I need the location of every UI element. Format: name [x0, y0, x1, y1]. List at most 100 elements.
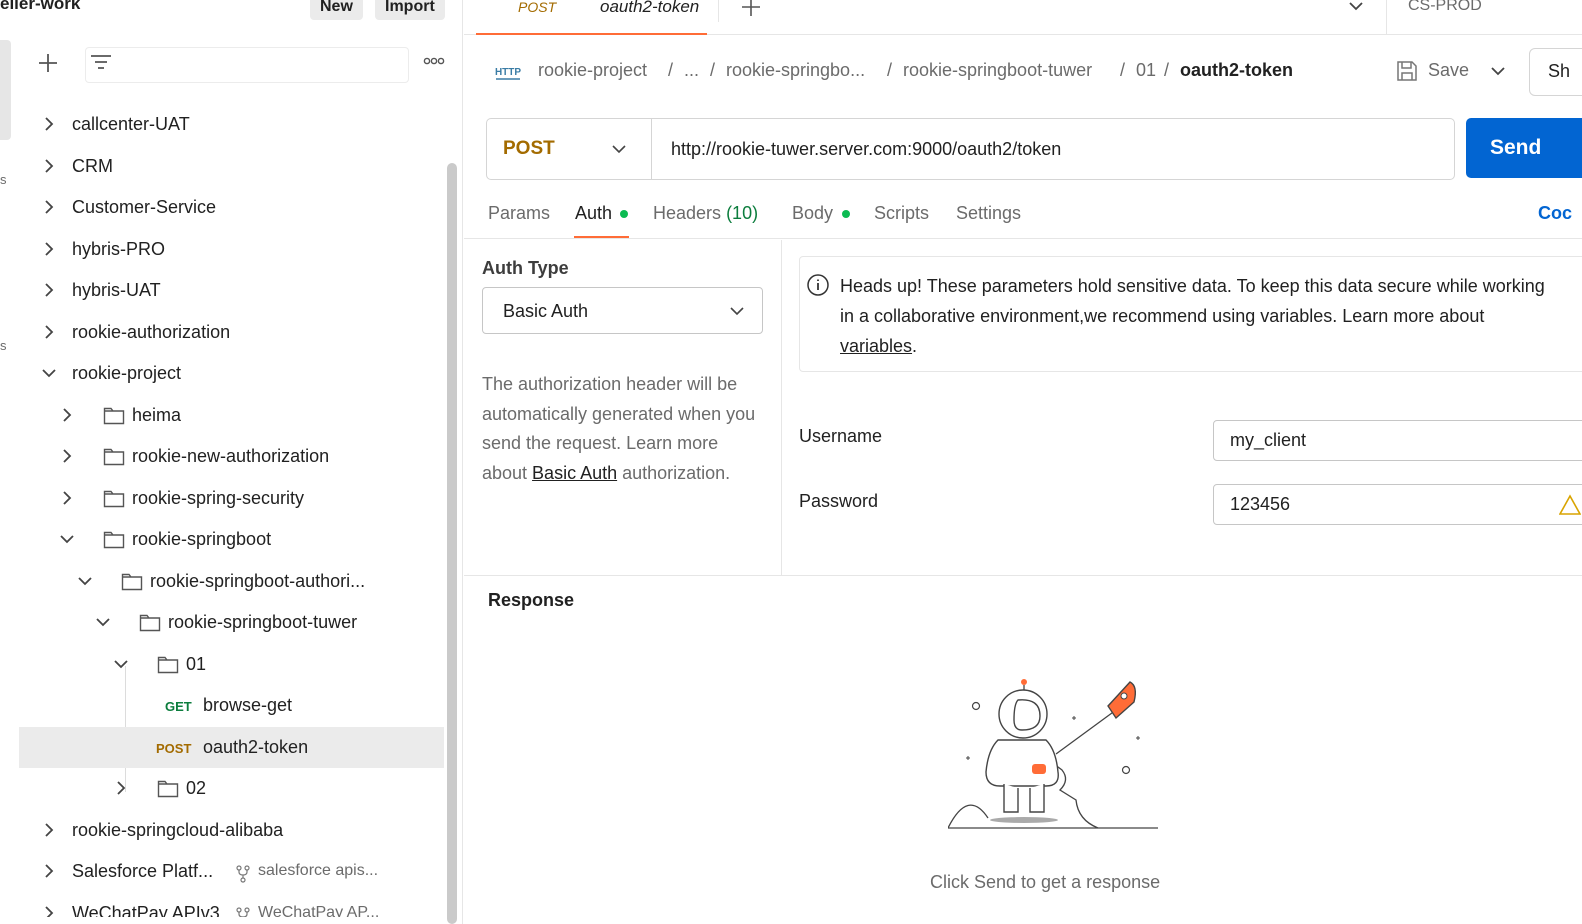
- tree-item-folder[interactable]: 02: [19, 768, 444, 809]
- request-method-badge: GET: [165, 699, 192, 714]
- breadcrumb-separator: /: [1120, 60, 1126, 80]
- auth-type-select[interactable]: Basic Auth: [482, 287, 763, 334]
- tree-item-label: rookie-authorization: [72, 322, 231, 342]
- breadcrumb-current[interactable]: oauth2-token: [1180, 60, 1293, 81]
- tree-item-folder[interactable]: heima: [19, 395, 444, 436]
- send-button[interactable]: Send: [1466, 118, 1582, 178]
- tree-item-collection[interactable]: Salesforce Platf... salesforce apis...: [19, 851, 444, 892]
- tree-item-request[interactable]: GET browse-get: [19, 685, 444, 726]
- request-tabbar: POST oauth2-token CS-PROD: [464, 0, 1582, 35]
- url-input[interactable]: [653, 119, 1453, 179]
- tree-item-folder[interactable]: rookie-springboot-authori...: [19, 561, 444, 602]
- filter-icon[interactable]: [89, 52, 113, 74]
- tree-item-collection[interactable]: hybris-PRO: [19, 229, 444, 270]
- tab-auth[interactable]: Auth: [575, 203, 612, 224]
- breadcrumb-item[interactable]: 01: [1136, 60, 1156, 81]
- basic-auth-link[interactable]: Basic Auth: [532, 463, 617, 483]
- request-config-tabs: Params Auth Headers (10) Body Scripts Se…: [464, 196, 1582, 239]
- tab-settings[interactable]: Settings: [956, 203, 1021, 224]
- import-button[interactable]: Import: [375, 0, 445, 20]
- breadcrumb-item[interactable]: rookie-springboot-tuwer: [903, 60, 1092, 81]
- folder-icon: [103, 531, 125, 549]
- tab-headers[interactable]: Headers (10): [653, 203, 758, 224]
- tree-item-collection[interactable]: hybris-UAT: [19, 270, 444, 311]
- tree-item-request-selected[interactable]: POST oauth2-token: [19, 727, 444, 768]
- breadcrumb-separator: /: [1164, 60, 1170, 80]
- tree-item-folder[interactable]: rookie-new-authorization: [19, 436, 444, 477]
- breadcrumb-item[interactable]: rookie-springbo...: [726, 60, 865, 81]
- tab-scripts[interactable]: Scripts: [874, 203, 929, 224]
- variables-link[interactable]: variables: [840, 336, 912, 356]
- chevron-right-icon[interactable]: [41, 158, 57, 174]
- tree-item-label: Salesforce Platf...: [72, 861, 214, 881]
- tree-item-folder[interactable]: rookie-springboot-tuwer: [19, 602, 444, 643]
- chevron-right-icon[interactable]: [59, 490, 75, 506]
- sensitive-data-notice: Heads up! These parameters hold sensitiv…: [799, 256, 1582, 372]
- sidebar-scrollbar[interactable]: [447, 163, 457, 924]
- save-button[interactable]: Save: [1428, 60, 1469, 81]
- tree-item-collection[interactable]: callcenter-UAT: [19, 104, 444, 145]
- fork-label: WeChatPay AP...: [258, 904, 380, 917]
- tree-item-label: hybris-PRO: [72, 239, 166, 259]
- chevron-right-icon[interactable]: [41, 863, 57, 879]
- tree-item-label: rookie-springcloud-alibaba: [72, 820, 284, 840]
- new-tab-icon[interactable]: [740, 0, 762, 18]
- chevron-down-icon[interactable]: [77, 573, 93, 589]
- chevron-right-icon[interactable]: [41, 282, 57, 298]
- send-label: Send: [1490, 136, 1542, 159]
- tree-item-label: rookie-new-authorization: [132, 446, 330, 466]
- tree-item-collection[interactable]: rookie-authorization: [19, 312, 444, 353]
- tree-item-folder[interactable]: 01: [19, 644, 444, 685]
- tree-item-collection[interactable]: rookie-project: [19, 353, 444, 394]
- breadcrumb-item[interactable]: rookie-project: [538, 60, 647, 81]
- body-status-dot: [842, 210, 850, 218]
- method-selector[interactable]: POST: [487, 119, 652, 179]
- tab-body[interactable]: Body: [792, 203, 833, 224]
- chevron-down-icon[interactable]: [95, 614, 111, 630]
- rail-label: s: [0, 172, 7, 187]
- tree-item-collection[interactable]: WeChatPay APIv3 WeChatPay AP...: [19, 893, 444, 917]
- svg-text:HTTP: HTTP: [495, 67, 521, 78]
- tree-item-label: rookie-spring-security: [132, 488, 305, 508]
- chevron-right-icon[interactable]: [41, 199, 57, 215]
- method-value: POST: [503, 138, 555, 159]
- chevron-right-icon[interactable]: [41, 324, 57, 340]
- tab-params[interactable]: Params: [488, 203, 550, 224]
- folder-icon: [103, 407, 125, 425]
- chevron-down-icon[interactable]: [113, 656, 129, 672]
- username-field[interactable]: [1213, 420, 1582, 461]
- new-button[interactable]: New: [310, 0, 363, 20]
- tree-item-collection[interactable]: rookie-springcloud-alibaba: [19, 810, 444, 851]
- password-label: Password: [799, 491, 879, 511]
- chevron-right-icon[interactable]: [59, 448, 75, 464]
- environment-selector[interactable]: CS-PROD: [1408, 0, 1482, 15]
- chevron-right-icon[interactable]: [113, 780, 129, 796]
- auth-description: The authorization header will be automat…: [482, 374, 756, 484]
- breadcrumb-separator: /: [887, 60, 893, 80]
- chevron-right-icon[interactable]: [59, 407, 75, 423]
- tree-item-collection[interactable]: CRM: [19, 146, 444, 187]
- save-icon[interactable]: [1396, 59, 1418, 83]
- chevron-right-icon[interactable]: [41, 241, 57, 257]
- chevron-down-icon[interactable]: [1490, 63, 1506, 79]
- tab-oauth2-token[interactable]: POST oauth2-token: [476, 0, 707, 35]
- tree-item-label: heima: [132, 405, 182, 425]
- chevron-right-icon[interactable]: [41, 905, 57, 917]
- rail-active-item[interactable]: [0, 40, 11, 140]
- chevron-right-icon[interactable]: [41, 822, 57, 838]
- tree-item-folder[interactable]: rookie-spring-security: [19, 478, 444, 519]
- sidebar-search-input[interactable]: [85, 47, 409, 83]
- password-field[interactable]: [1213, 484, 1582, 525]
- more-options-icon[interactable]: [423, 54, 445, 68]
- code-link[interactable]: Coc: [1538, 203, 1572, 224]
- chevron-down-icon[interactable]: [41, 365, 57, 381]
- tree-item-folder[interactable]: rookie-springboot: [19, 519, 444, 560]
- breadcrumb-item[interactable]: ...: [684, 60, 699, 81]
- add-collection-icon[interactable]: [37, 52, 59, 74]
- chevron-down-icon[interactable]: [59, 531, 75, 547]
- workspace-name[interactable]: eller-work: [0, 0, 80, 14]
- chevron-down-icon[interactable]: [1348, 0, 1364, 14]
- share-button[interactable]: Sh: [1529, 48, 1582, 96]
- chevron-right-icon[interactable]: [41, 116, 57, 132]
- tree-item-collection[interactable]: Customer-Service: [19, 187, 444, 228]
